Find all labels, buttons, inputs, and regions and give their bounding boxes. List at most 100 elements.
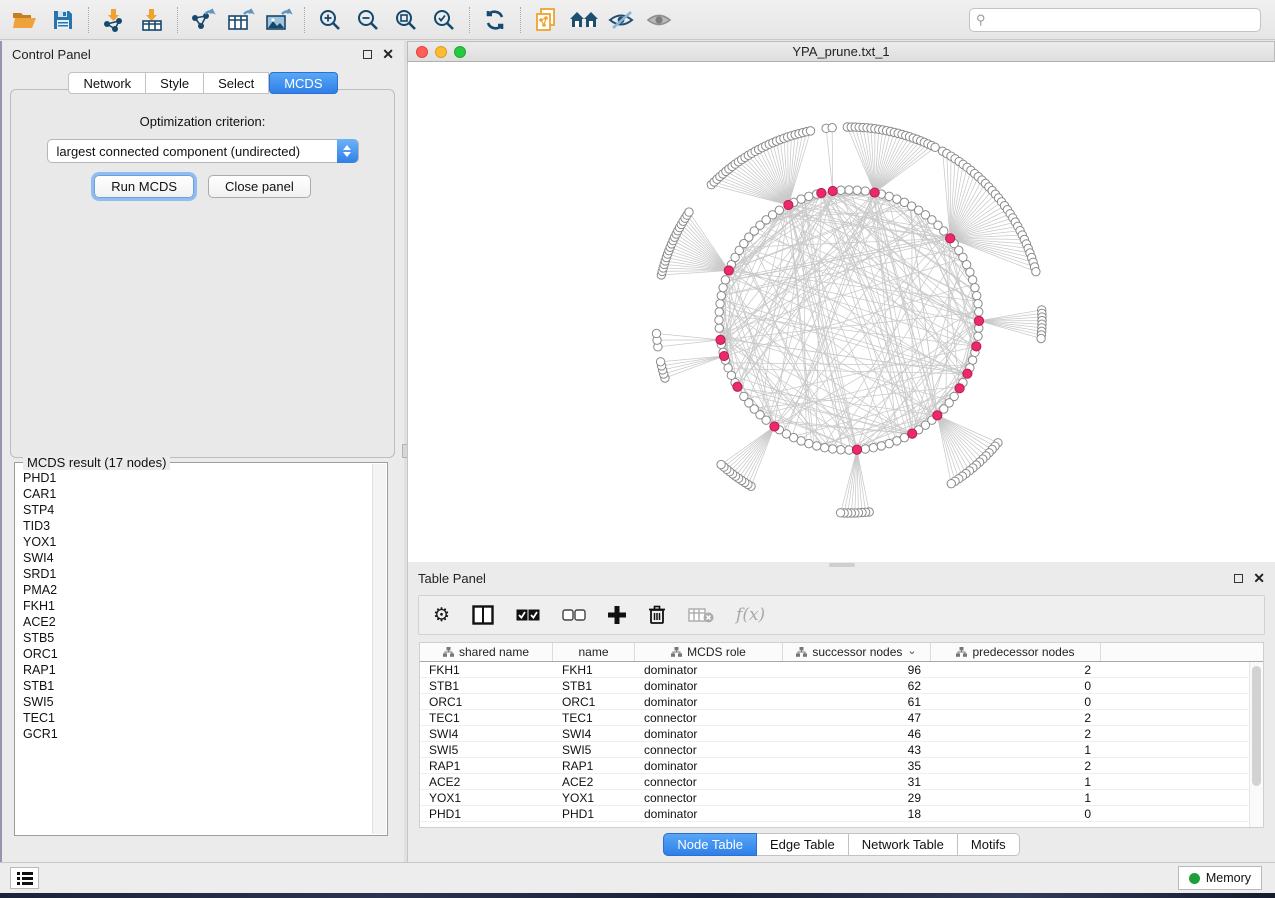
mcds-result-item[interactable]: PMA2 bbox=[23, 582, 372, 598]
select-all-columns-icon[interactable] bbox=[516, 609, 540, 621]
first-neighbors-button[interactable] bbox=[565, 4, 603, 36]
network-node[interactable] bbox=[861, 445, 869, 453]
close-panel-button[interactable]: Close panel bbox=[208, 175, 311, 198]
network-node[interactable] bbox=[869, 443, 877, 451]
mcds-hub-node[interactable] bbox=[784, 200, 793, 209]
mcds-hub-node[interactable] bbox=[828, 186, 837, 195]
network-node[interactable] bbox=[715, 324, 723, 332]
network-node[interactable] bbox=[740, 392, 748, 400]
mcds-hub-node[interactable] bbox=[716, 335, 725, 344]
network-node[interactable] bbox=[717, 291, 725, 299]
mcds-result-item[interactable]: SRD1 bbox=[23, 566, 372, 582]
table-row[interactable]: PHD1PHD1dominator180 bbox=[420, 806, 1249, 822]
network-node[interactable] bbox=[775, 206, 783, 214]
table-row[interactable]: FKH1FKH1dominator962 bbox=[420, 662, 1249, 678]
network-node[interactable] bbox=[971, 283, 979, 291]
network-node[interactable] bbox=[805, 439, 813, 447]
mcds-hub-node[interactable] bbox=[733, 382, 742, 391]
mcds-hub-node[interactable] bbox=[770, 422, 779, 431]
tab-style[interactable]: Style bbox=[146, 72, 204, 94]
network-node[interactable] bbox=[836, 509, 844, 517]
column-header-shared-name[interactable]: shared name bbox=[420, 643, 553, 661]
network-canvas[interactable] bbox=[407, 62, 1275, 562]
mcds-list-scrollbar[interactable] bbox=[372, 464, 386, 834]
network-node[interactable] bbox=[1037, 334, 1045, 342]
table-scrollbar-thumb[interactable] bbox=[1252, 666, 1261, 786]
table-row[interactable]: ACE2ACE2connector311 bbox=[420, 774, 1249, 790]
network-node[interactable] bbox=[893, 437, 901, 445]
column-header-MCDS-role[interactable]: MCDS role bbox=[635, 643, 783, 661]
mcds-hub-node[interactable] bbox=[946, 234, 955, 243]
open-session-button[interactable] bbox=[6, 4, 44, 36]
network-node[interactable] bbox=[716, 300, 724, 308]
mcds-result-item[interactable]: YOX1 bbox=[23, 534, 372, 550]
close-panel-icon[interactable]: ✕ bbox=[382, 49, 394, 59]
mcds-result-item[interactable]: TEC1 bbox=[23, 710, 372, 726]
network-node[interactable] bbox=[972, 291, 980, 299]
tab-select[interactable]: Select bbox=[204, 72, 269, 94]
mcds-result-item[interactable]: STP4 bbox=[23, 502, 372, 518]
tab-network[interactable]: Network bbox=[68, 72, 146, 94]
table-options-gear-icon[interactable]: ⚙ bbox=[433, 604, 450, 627]
network-node[interactable] bbox=[845, 186, 853, 194]
network-node[interactable] bbox=[719, 283, 727, 291]
column-header-name[interactable]: name bbox=[553, 643, 635, 661]
tab-network-table[interactable]: Network Table bbox=[849, 833, 958, 856]
export-table-button[interactable] bbox=[222, 4, 260, 36]
mcds-result-item[interactable]: STB1 bbox=[23, 678, 372, 694]
show-columns-icon[interactable] bbox=[472, 605, 494, 625]
table-scrollbar[interactable] bbox=[1249, 662, 1263, 827]
search-input[interactable] bbox=[969, 8, 1261, 32]
network-node[interactable] bbox=[947, 479, 955, 487]
network-node[interactable] bbox=[861, 187, 869, 195]
mcds-hub-node[interactable] bbox=[972, 342, 981, 351]
network-node[interactable] bbox=[974, 332, 982, 340]
export-image-button[interactable] bbox=[260, 4, 298, 36]
mcds-hub-node[interactable] bbox=[719, 351, 728, 360]
close-panel-icon[interactable]: ✕ bbox=[1253, 573, 1265, 583]
mcds-result-item[interactable]: GCR1 bbox=[23, 726, 372, 742]
network-node[interactable] bbox=[805, 192, 813, 200]
mcds-result-item[interactable]: STB5 bbox=[23, 630, 372, 646]
import-network-button[interactable] bbox=[95, 4, 133, 36]
apply-layout-button[interactable] bbox=[476, 4, 514, 36]
mcds-result-item[interactable]: CAR1 bbox=[23, 486, 372, 502]
table-row[interactable]: SWI5SWI5connector431 bbox=[420, 742, 1249, 758]
zoom-fit-button[interactable] bbox=[387, 4, 425, 36]
table-row[interactable]: ORC1ORC1dominator610 bbox=[420, 694, 1249, 710]
table-panel-resize-handle[interactable] bbox=[829, 563, 855, 567]
table-row[interactable]: YOX1YOX1connector291 bbox=[420, 790, 1249, 806]
network-node[interactable] bbox=[853, 186, 861, 194]
network-node[interactable] bbox=[966, 268, 974, 276]
tab-edge-table[interactable]: Edge Table bbox=[757, 833, 849, 856]
network-node[interactable] bbox=[829, 445, 837, 453]
network-node[interactable] bbox=[721, 276, 729, 284]
minimize-window-icon[interactable] bbox=[435, 46, 447, 58]
mcds-hub-node[interactable] bbox=[974, 316, 983, 325]
network-node[interactable] bbox=[940, 227, 948, 235]
save-session-button[interactable] bbox=[44, 4, 82, 36]
mcds-hub-node[interactable] bbox=[908, 429, 917, 438]
float-panel-icon[interactable] bbox=[363, 50, 372, 59]
table-row[interactable]: STB1STB1dominator620 bbox=[420, 678, 1249, 694]
mcds-result-item[interactable]: TID3 bbox=[23, 518, 372, 534]
mcds-hub-node[interactable] bbox=[724, 266, 733, 275]
network-node[interactable] bbox=[885, 192, 893, 200]
network-window-titlebar[interactable]: YPA_prune.txt_1 bbox=[407, 41, 1275, 62]
network-node[interactable] bbox=[656, 358, 664, 366]
zoom-out-button[interactable] bbox=[349, 4, 387, 36]
mcds-result-item[interactable]: RAP1 bbox=[23, 662, 372, 678]
mcds-hub-node[interactable] bbox=[852, 445, 861, 454]
tab-mcds[interactable]: MCDS bbox=[269, 72, 337, 94]
column-header-predecessor-nodes[interactable]: predecessor nodes bbox=[931, 643, 1101, 661]
mcds-hub-node[interactable] bbox=[870, 188, 879, 197]
network-node[interactable] bbox=[877, 442, 885, 450]
import-table-button[interactable] bbox=[133, 4, 171, 36]
memory-button[interactable]: Memory bbox=[1178, 866, 1262, 890]
tab-motifs[interactable]: Motifs bbox=[958, 833, 1020, 856]
network-node[interactable] bbox=[652, 329, 660, 337]
sort-chevron-icon[interactable]: ⌄ bbox=[907, 644, 916, 657]
table-row[interactable]: TEC1TEC1connector472 bbox=[420, 710, 1249, 726]
mcds-result-item[interactable]: FKH1 bbox=[23, 598, 372, 614]
network-node[interactable] bbox=[974, 300, 982, 308]
